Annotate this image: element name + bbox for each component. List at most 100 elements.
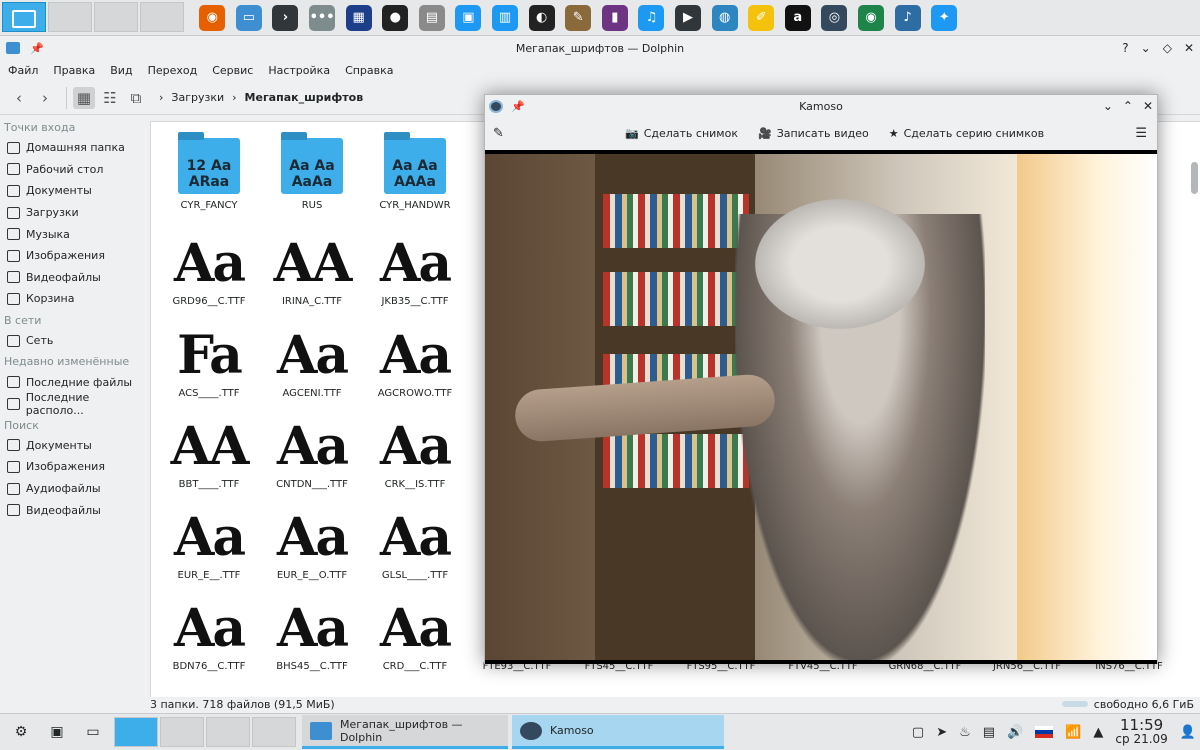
places-item[interactable]: Корзина (0, 288, 148, 310)
details-view-icon[interactable]: ⧉ (125, 87, 147, 109)
close-icon[interactable]: ✕ (1184, 41, 1194, 55)
places-item[interactable]: Аудиофайлы (0, 478, 148, 500)
places-item[interactable]: Последние файлы (0, 371, 148, 393)
desktop-1[interactable] (2, 1, 46, 32)
globe-icon[interactable]: ◉ (857, 4, 884, 31)
settings-icon[interactable]: ✦ (931, 4, 958, 31)
font-file-item[interactable]: Aa EUR_E__.TTF (159, 504, 259, 582)
places-item[interactable]: Документы (0, 435, 148, 457)
virtual-desktops[interactable] (2, 1, 186, 34)
take-photo-button[interactable]: 📷 Сделать снимок (625, 127, 738, 140)
maximize-icon[interactable]: ◇ (1163, 41, 1172, 55)
document-icon[interactable]: ▤ (418, 4, 445, 31)
files-icon[interactable]: ▭ (235, 4, 262, 31)
desktop-2[interactable] (48, 1, 92, 32)
terminal-icon[interactable]: › (272, 4, 299, 31)
wifi-icon[interactable]: 📶 (1065, 725, 1081, 740)
scrollbar[interactable] (1191, 162, 1198, 194)
font-file-item[interactable]: Aa AGCROWO.TTF (365, 322, 465, 400)
dots-icon[interactable]: ••• (309, 4, 336, 31)
compact-view-icon[interactable]: ☷ (99, 87, 121, 109)
settings-sliders-icon[interactable]: ☰ (1135, 126, 1147, 141)
font-file-item[interactable]: Aa CNTDN___.TTF (262, 413, 362, 491)
notifications-icon[interactable]: ▲ (1093, 725, 1103, 740)
window-icon[interactable]: ▭ (78, 717, 108, 747)
font-file-item[interactable]: AA BBT____.TTF (159, 413, 259, 491)
folder-item[interactable]: Aa Aa AaAa RUS (262, 132, 362, 211)
menu-item[interactable]: Переход (148, 64, 198, 77)
user-icon[interactable]: 👤 (1180, 725, 1196, 740)
effects-icon[interactable]: ✎ (493, 126, 504, 141)
volume-icon[interactable]: 🔊 (1007, 725, 1023, 740)
kamoso-titlebar[interactable]: 📌 Kamoso ⌄ ⌃ ✕ (485, 95, 1157, 117)
firefox-icon[interactable]: ◉ (199, 4, 226, 31)
a-icon[interactable]: a (784, 4, 811, 31)
font-file-item[interactable]: Aa BHS45__C.TTF (262, 595, 362, 673)
clock[interactable]: 11:59 ср 21.09 (1115, 718, 1167, 747)
font-file-item[interactable]: Aa EUR_E__O.TTF (262, 504, 362, 582)
places-item[interactable]: Сеть (0, 330, 148, 352)
show-desktop-icon[interactable]: ▣ (42, 717, 72, 747)
font-file-item[interactable]: Aa CRK__IS.TTF (365, 413, 465, 491)
film-icon[interactable]: ▶ (675, 4, 702, 31)
gimp-icon[interactable]: ✎ (565, 4, 592, 31)
media-icon[interactable]: ▮ (601, 4, 628, 31)
keyboard-layout-flag-icon[interactable] (1035, 726, 1054, 738)
task-kamoso[interactable]: Kamoso (512, 715, 724, 749)
menu-item[interactable]: Справка (345, 64, 393, 77)
desktop-4[interactable] (140, 1, 184, 32)
maximize-icon[interactable]: ⌃ (1123, 99, 1133, 113)
places-item[interactable]: Видеофайлы (0, 499, 148, 521)
notes-icon[interactable]: ▤ (983, 725, 995, 740)
font-file-item[interactable]: Aa BDN76__C.TTF (159, 595, 259, 673)
places-item[interactable]: Документы (0, 180, 148, 202)
font-file-item[interactable]: AA IRINA_C.TTF (262, 230, 362, 308)
notes-icon[interactable]: ✐ (748, 4, 775, 31)
burst-photo-button[interactable]: ★ Сделать серию снимков (889, 127, 1044, 140)
desktop-3[interactable] (94, 1, 138, 32)
places-item[interactable]: Рабочий стол (0, 159, 148, 181)
task-dolphin[interactable]: Мегапак_шрифтов — Dolphin (302, 715, 508, 749)
help-icon[interactable]: ? (1122, 41, 1128, 55)
dolphin-titlebar[interactable]: 📌 Мегапак_шрифтов — Dolphin ? ⌄ ◇ ✕ (0, 37, 1200, 59)
places-item[interactable]: Изображения (0, 245, 148, 267)
close-icon[interactable]: ✕ (1143, 99, 1153, 113)
font-file-item[interactable]: Aa GLSL____.TTF (365, 504, 465, 582)
places-item[interactable]: Изображения (0, 456, 148, 478)
places-item[interactable]: Видеофайлы (0, 267, 148, 289)
headphones-icon[interactable]: ♫ (638, 4, 665, 31)
folder-item[interactable]: 12 Aa ARaa CYR_FANCY (159, 132, 259, 211)
network-icon[interactable]: ◍ (711, 4, 738, 31)
store-icon[interactable]: ▣ (455, 4, 482, 31)
places-item[interactable]: Загрузки (0, 202, 148, 224)
places-item[interactable]: Домашняя папка (0, 137, 148, 159)
bookmark-icon[interactable]: ♪ (894, 4, 921, 31)
minimize-icon[interactable]: ⌄ (1103, 99, 1113, 113)
font-file-item[interactable]: Aa CRD___C.TTF (365, 595, 465, 673)
telegram-icon[interactable]: ➤ (936, 725, 947, 740)
menu-item[interactable]: Вид (110, 64, 132, 77)
clipboard-icon[interactable]: ▢ (912, 725, 924, 740)
font-file-item[interactable]: Fa ACS____.TTF (159, 322, 259, 400)
font-file-item[interactable]: Aa AGCENI.TTF (262, 322, 362, 400)
menu-item[interactable]: Настройка (268, 64, 330, 77)
app-launcher-icon[interactable]: ⚙ (6, 717, 36, 747)
forward-icon[interactable]: › (34, 87, 56, 109)
menu-item[interactable]: Сервис (212, 64, 253, 77)
font-file-item[interactable]: Aa JKB35__C.TTF (365, 230, 465, 308)
font-file-item[interactable]: Aa GRD96__C.TTF (159, 230, 259, 308)
menu-item[interactable]: Файл (8, 64, 38, 77)
icons-view-icon[interactable]: ▦ (73, 86, 95, 109)
places-item[interactable]: Музыка (0, 223, 148, 245)
text-editor-icon[interactable]: ▥ (492, 4, 519, 31)
penguin-icon[interactable]: ◐ (528, 4, 555, 31)
pager[interactable] (114, 717, 298, 747)
video-editor-icon[interactable]: ▦ (345, 4, 372, 31)
places-item[interactable]: Последние располо... (0, 391, 148, 417)
updates-icon[interactable]: ♨ (959, 725, 971, 740)
menu-item[interactable]: Правка (53, 64, 95, 77)
folder-item[interactable]: Aa Aa AAAa CYR_HANDWR (365, 132, 465, 211)
webcam-icon[interactable]: ◎ (821, 4, 848, 31)
breadcrumb-parent[interactable]: Загрузки (171, 91, 224, 104)
disc-icon[interactable]: ● (382, 4, 409, 31)
